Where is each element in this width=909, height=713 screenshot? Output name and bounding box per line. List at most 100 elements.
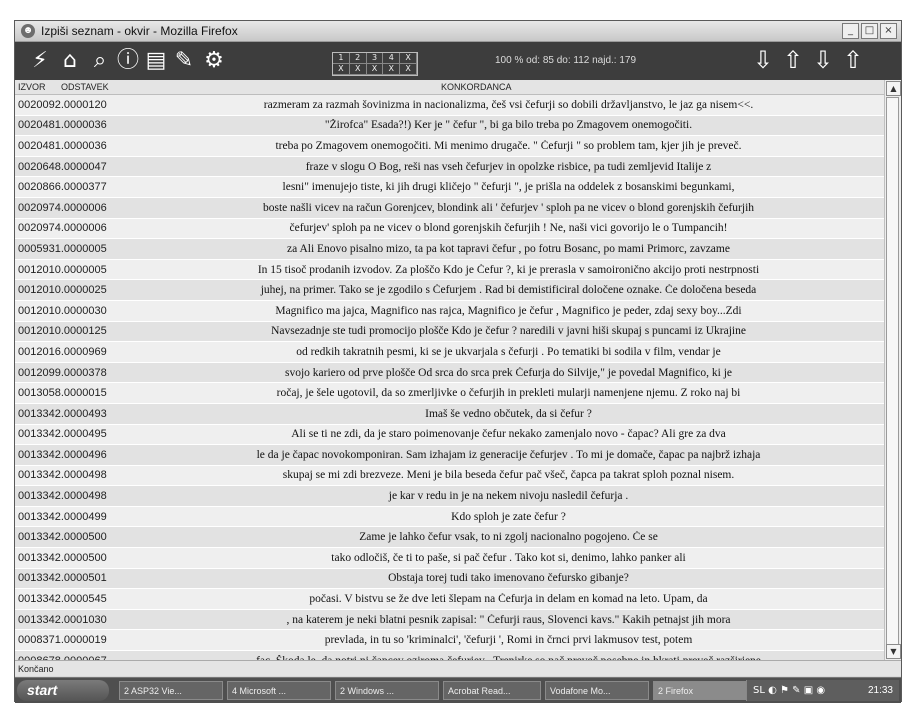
- task-microsoft[interactable]: 4 Microsoft ...: [227, 681, 331, 700]
- table-row[interactable]: 0013342.0000501 Obstaja torej tudi tako i…: [15, 568, 887, 590]
- table-row[interactable]: 0012010.0000005 In 15 tisoč prodanih izvo…: [15, 259, 887, 281]
- grid-cell[interactable]: X: [349, 64, 367, 75]
- plug-icon[interactable]: ⚡: [27, 47, 53, 75]
- concordance-line: juhej, na primer. Tako se je zgodilo s Č…: [260, 284, 757, 297]
- table-row[interactable]: 0012010.0000125 Navsezadnje ste tudi prom…: [15, 321, 887, 343]
- source-id: 0012010.0000025: [18, 284, 107, 297]
- scroll-down-icon[interactable]: ▼: [886, 644, 901, 659]
- page-selector-grid[interactable]: 1 2 3 4 X X X X X X: [332, 52, 418, 76]
- grid-cell[interactable]: X: [333, 64, 350, 75]
- table-row[interactable]: 0020866.0000377 lesni" imenujejo tiste, k…: [15, 177, 887, 198]
- table-row[interactable]: 0008371.0000019 prevlada, in tu so 'krimi…: [15, 630, 887, 652]
- task-windows[interactable]: 2 Windows ...: [335, 681, 439, 700]
- title-bar: ☻ Izpiši seznam - okvir - Mozilla Firefo…: [15, 21, 901, 42]
- column-header-source[interactable]: IZVOR: [18, 82, 46, 92]
- maximize-button[interactable]: □: [861, 23, 878, 39]
- minimize-button[interactable]: _: [842, 23, 859, 39]
- arrow-up-icon[interactable]: ⇧: [781, 45, 805, 75]
- status-bar: Končano: [15, 660, 901, 676]
- arrow-down-icon[interactable]: ⇩: [751, 45, 775, 75]
- source-id: 0020092.0000120: [18, 98, 107, 111]
- concordance-line: Ali se ti ne zdi, da je staro poimenovan…: [291, 428, 726, 441]
- concordance-list: 0020092.0000120 razmeram za razmah šovini…: [15, 95, 887, 660]
- table-row[interactable]: 0020974.0000006 čefurjev' sploh pa ne vic…: [15, 218, 887, 240]
- pencil-icon[interactable]: ✎: [171, 47, 197, 75]
- close-button[interactable]: ×: [880, 23, 897, 39]
- table-row[interactable]: 0013342.0000498 skupaj se mi zdi brezveze…: [15, 465, 887, 487]
- source-id: 0012010.0000125: [18, 325, 107, 338]
- table-row[interactable]: 0020092.0000120 razmeram za razmah šovini…: [15, 95, 887, 116]
- clock: 21:33: [867, 685, 893, 696]
- table-row[interactable]: 0013342.0000500 tako odločiš, če ti to pa…: [15, 548, 887, 569]
- table-row[interactable]: 0013342.0000545 počasi. V bistvu se že dv…: [15, 589, 887, 610]
- table-row[interactable]: 0012016.0000969 od redkih takratnih pesmi…: [15, 342, 887, 363]
- arrow-up-first-icon[interactable]: ⇧: [841, 45, 865, 75]
- source-id: 0013342.0000545: [18, 593, 107, 606]
- source-id: 0013342.0000498: [18, 469, 107, 482]
- task-firefox[interactable]: 2 Firefox: [653, 681, 749, 700]
- save-icon[interactable]: ▤: [143, 47, 169, 75]
- info-icon[interactable]: ⓘ: [115, 47, 141, 75]
- table-row[interactable]: 0020481.0000036 "Žirofca" Esada?!) Ker je…: [15, 115, 887, 137]
- task-asp32[interactable]: 2 ASP32 Vie...: [119, 681, 223, 700]
- table-row[interactable]: 0020648.0000047 fraze v slogu O Bog, reši…: [15, 156, 887, 178]
- table-row[interactable]: 0013342.0000495 Ali se ti ne zdi, da je s…: [15, 424, 887, 446]
- source-id: 0012010.0000005: [18, 263, 107, 276]
- table-row[interactable]: 0013342.0000500 Zame je lahko čefur vsak,…: [15, 527, 887, 549]
- table-row[interactable]: 0013342.0000496 le da je čapac novokompon…: [15, 445, 887, 466]
- firefox-icon: ☻: [21, 24, 35, 38]
- column-header-paragraph[interactable]: ODSTAVEK: [61, 82, 109, 92]
- scroll-up-icon[interactable]: ▲: [886, 81, 901, 96]
- source-id: 0013342.0000498: [18, 490, 107, 503]
- taskbar: start 2 ASP32 Vie... 4 Microsoft ... 2 W…: [15, 677, 901, 703]
- column-headers: IZVOR ODSTAVEK KONKORDANCA: [15, 80, 887, 95]
- gear-icon[interactable]: ⚙: [201, 47, 227, 75]
- column-header-concordance[interactable]: KONKORDANCA: [441, 82, 512, 92]
- grid-cell[interactable]: X: [366, 64, 384, 75]
- concordance-line: svojo kariero od prve plošče Od srca do …: [285, 366, 732, 379]
- table-row[interactable]: 0005931.0000005 za Ali Enovo pisalno mizo…: [15, 239, 887, 260]
- tray-icons[interactable]: SL ◐ ⚑ ✎ ▣ ◉: [753, 680, 825, 701]
- grid-cell[interactable]: 4: [383, 53, 401, 64]
- table-row[interactable]: 0012099.0000378 svojo kariero od prve plo…: [15, 362, 887, 384]
- arrow-down-last-icon[interactable]: ⇩: [811, 45, 835, 75]
- table-row[interactable]: 0013342.0000498 je kar v redu in je na ne…: [15, 486, 887, 507]
- app-toolbar: ⚡ ⌂ ⌕ ⓘ ▤ ✎ ⚙ 1 2 3 4 X X X X X X 100 % …: [15, 42, 901, 80]
- table-row[interactable]: 0013342.0001030 , na katerem je neki blat…: [15, 609, 887, 631]
- source-id: 0013342.0001030: [18, 613, 107, 626]
- table-row[interactable]: 0008678.0000067fac. Škoda le, da notri n…: [15, 651, 887, 660]
- source-id: 0013342.0000500: [18, 531, 107, 544]
- results-readout: 100 % od: 85 do: 112 najd.: 179: [495, 55, 637, 66]
- source-id: 0020974.0000006: [18, 201, 107, 214]
- window-title: Izpiši seznam - okvir - Mozilla Firefox: [41, 24, 238, 38]
- concordance-line: Obstaja torej tudi tako imenovano čefurs…: [388, 572, 629, 585]
- table-row[interactable]: 0020481.0000036 treba po Zmagovem onemogo…: [15, 136, 887, 157]
- language-indicator[interactable]: SL: [753, 685, 765, 696]
- grid-cell[interactable]: X: [400, 64, 417, 75]
- vertical-scrollbar[interactable]: ▲ ▼: [884, 80, 901, 660]
- browser-window: ☻ Izpiši seznam - okvir - Mozilla Firefo…: [14, 20, 902, 703]
- grid-cell[interactable]: X: [400, 53, 417, 64]
- search-icon[interactable]: ⌕: [87, 47, 113, 75]
- table-row[interactable]: 0012010.0000025 juhej, na primer. Tako se…: [15, 280, 887, 301]
- table-row[interactable]: 0013342.0000499 Kdo sploh je zate čefur ?: [15, 506, 887, 528]
- scroll-thumb[interactable]: [886, 97, 899, 645]
- table-row[interactable]: 0013342.0000493 Imaš še vedno občutek, da…: [15, 403, 887, 425]
- concordance-line: Imaš še vedno občutek, da si čefur ?: [425, 407, 592, 420]
- grid-cell[interactable]: 2: [349, 53, 367, 64]
- table-row[interactable]: 0013058.0000015 ročaj, je šele ugotovil, …: [15, 383, 887, 404]
- concordance-line: skupaj se mi zdi brezveze. Meni je bila …: [282, 469, 735, 482]
- task-vodafone[interactable]: Vodafone Mo...: [545, 681, 649, 700]
- grid-cell[interactable]: 1: [333, 53, 350, 64]
- source-id: 0020648.0000047: [18, 160, 107, 173]
- grid-cell[interactable]: X: [383, 64, 401, 75]
- table-row[interactable]: 0020974.0000006 boste našli vicev na raču…: [15, 197, 887, 219]
- table-row[interactable]: 0012010.0000030 Magnifico ma jajca, Magni…: [15, 300, 887, 322]
- source-id: 0012010.0000030: [18, 304, 107, 317]
- home-icon[interactable]: ⌂: [57, 47, 83, 75]
- grid-cell[interactable]: 3: [366, 53, 384, 64]
- task-acrobat[interactable]: Acrobat Read...: [443, 681, 541, 700]
- concordance-line: za Ali Enovo pisalno mizo, ta pa kot tap…: [287, 242, 730, 255]
- concordance-line: Kdo sploh je zate čefur ?: [451, 510, 566, 523]
- start-button[interactable]: start: [17, 680, 109, 701]
